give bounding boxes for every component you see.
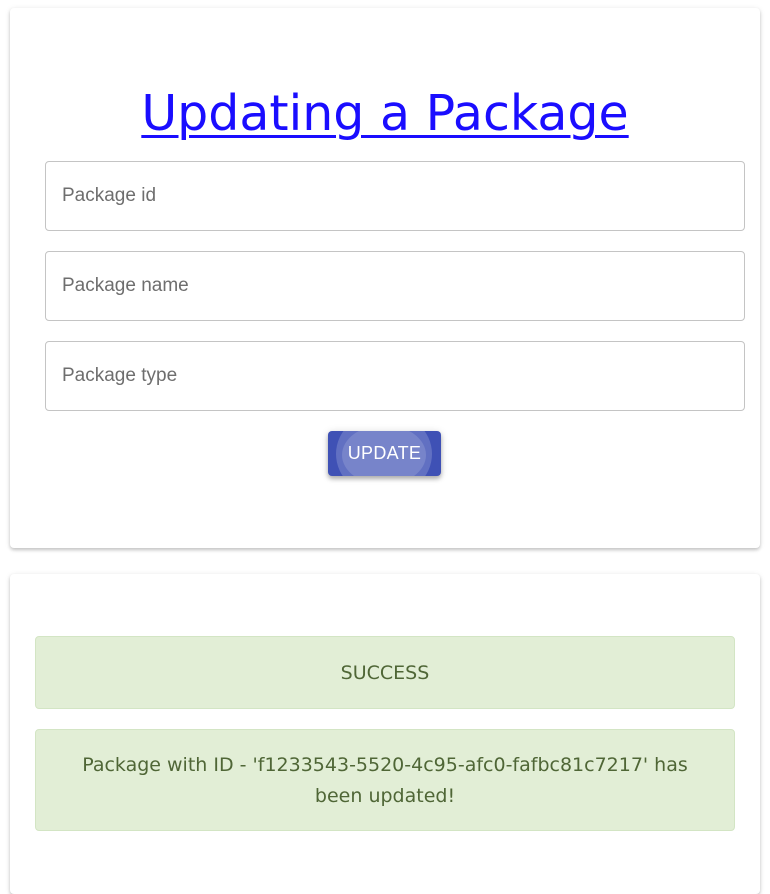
update-button-label: UPDATE [347,443,422,463]
success-message-alert: Package with ID - 'f1233543-5520-4c95-af… [35,729,735,831]
update-button[interactable]: UPDATE [328,431,441,476]
result-card: SUCCESS Package with ID - 'f1233543-5520… [10,574,760,894]
status-text: SUCCESS [340,662,430,684]
success-status-alert: SUCCESS [35,636,735,709]
package-id-input[interactable] [46,162,744,230]
package-id-field[interactable] [45,161,745,231]
package-name-input[interactable] [46,252,744,320]
update-form-card: Updating a Package UPDATE [10,8,760,548]
package-type-input[interactable] [46,342,744,410]
package-name-field[interactable] [45,251,745,321]
result-message-text: Package with ID - 'f1233543-5520-4c95-af… [82,754,688,807]
page-title[interactable]: Updating a Package [10,84,760,144]
package-type-field[interactable] [45,341,745,411]
